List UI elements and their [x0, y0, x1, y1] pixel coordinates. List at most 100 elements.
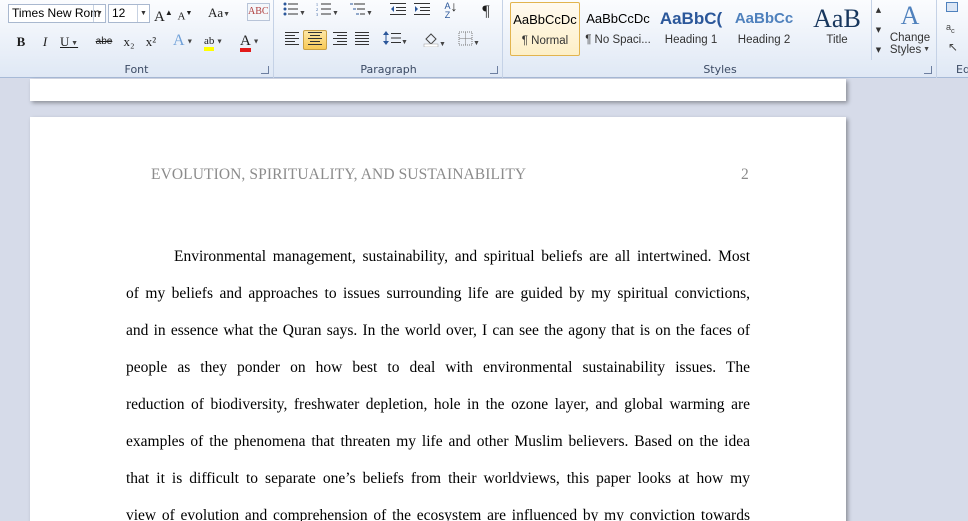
styles-dialog-launcher-icon[interactable]	[924, 66, 932, 74]
change-case-button[interactable]: Aa▼	[208, 3, 230, 23]
clear-formatting-button[interactable]: ABC	[247, 3, 270, 21]
text-effects-button[interactable]: A ▼	[173, 31, 193, 51]
change-styles-label-2: Styles	[889, 44, 922, 57]
font-dialog-launcher-icon[interactable]	[261, 66, 269, 74]
style-heading-1[interactable]: AaBbC( Heading 1	[656, 2, 726, 56]
bold-button[interactable]: B	[12, 32, 30, 52]
text-line: that it is difficult to separate one’s b…	[126, 470, 750, 487]
strikethrough-icon: abe	[95, 36, 113, 47]
ribbon: Times New Rom ▼ 12 ▼ A▲ A▼ Aa▼ ABC B I U…	[0, 0, 968, 78]
style-heading-2[interactable]: AaBbCc Heading 2	[729, 2, 799, 56]
grow-font-button[interactable]: A▲	[154, 3, 173, 25]
font-name-value: Times New Rom	[12, 6, 101, 20]
bold-icon: B	[16, 34, 26, 49]
find-icon[interactable]	[946, 2, 958, 12]
text-line: people as they ponder on how best to dea…	[126, 359, 750, 376]
sort-button[interactable]: A Z↓	[442, 0, 460, 22]
font-size-value: 12	[112, 6, 126, 20]
paragraph-group-label: Paragraph	[360, 63, 417, 76]
font-name-combo[interactable]: Times New Rom ▼	[8, 4, 106, 23]
font-group-label: Font	[124, 63, 149, 76]
shrink-font-icon: A	[177, 10, 186, 23]
running-head: EVOLUTION, SPIRITUALITY, AND SUSTAINABIL…	[151, 166, 527, 183]
text-line: view of evolution and comprehension of t…	[126, 507, 750, 521]
style-sample: AaBbCcDc	[513, 12, 577, 27]
select-icon[interactable]: ↖	[948, 40, 958, 54]
strikethrough-button[interactable]: abe	[95, 32, 113, 52]
highlight-button[interactable]: ab ▼	[204, 31, 223, 51]
editing-group-label: Ed	[956, 63, 968, 76]
align-center-icon	[308, 32, 322, 45]
text-line: reduction of biodiversity, freshwater de…	[126, 396, 750, 413]
gallery-down-icon[interactable]: ▼	[872, 20, 885, 40]
gallery-more-icon[interactable]: ▼	[872, 40, 885, 60]
font-size-combo[interactable]: 12 ▼	[108, 4, 150, 23]
paragraph-dialog-launcher-icon[interactable]	[490, 66, 498, 74]
show-marks-button[interactable]: ¶	[477, 2, 495, 22]
style-no-spacing[interactable]: AaBbCcDc ¶ No Spaci...	[583, 2, 653, 56]
increase-indent-icon	[414, 3, 430, 15]
superscript-button[interactable]: x²	[142, 32, 160, 52]
bullets-button[interactable]: ▼	[283, 2, 306, 22]
numbering-button[interactable]: 1 2 3 ▼	[316, 2, 339, 22]
text-line: examples of the phenomena that threaten …	[126, 433, 750, 450]
text-line: of my beliefs and approaches to issues s…	[126, 285, 750, 302]
bullets-icon	[283, 2, 298, 16]
shrink-font-button[interactable]: A▼	[176, 3, 194, 23]
decrease-indent-button[interactable]	[389, 2, 407, 22]
document-page[interactable]: EVOLUTION, SPIRITUALITY, AND SUSTAINABIL…	[30, 117, 846, 521]
document-area[interactable]: EVOLUTION, SPIRITUALITY, AND SUSTAINABIL…	[0, 79, 968, 521]
style-sample: AaBbC(	[659, 9, 723, 28]
style-name: Heading 1	[664, 34, 718, 46]
clear-formatting-icon: ABC	[248, 6, 269, 17]
styles-group-label: Styles	[703, 63, 737, 76]
multilevel-list-button[interactable]: ▼	[350, 2, 373, 22]
highlight-icon: ab	[204, 35, 215, 51]
multilevel-list-icon	[350, 3, 365, 15]
align-right-icon	[333, 32, 347, 45]
replace-icon[interactable]: ac	[946, 22, 955, 35]
line-spacing-icon	[383, 31, 401, 45]
borders-icon	[458, 31, 473, 46]
paragraph-group: ▼ 1 2 3 ▼ ▼ A Z↓ ¶ ▼ ▼ ▼ Paragraph	[275, 0, 503, 78]
pilcrow-icon: ¶	[482, 3, 490, 20]
shading-button[interactable]: ▼	[423, 31, 446, 51]
grow-font-icon: A	[154, 9, 165, 25]
svg-text:3: 3	[316, 12, 318, 16]
align-left-button[interactable]	[281, 31, 303, 51]
style-sample: AaBbCc	[734, 10, 794, 27]
justify-icon	[355, 32, 369, 45]
previous-page-bottom	[30, 79, 846, 101]
line-spacing-button[interactable]: ▼	[383, 31, 408, 51]
gallery-up-icon[interactable]: ▲	[872, 0, 885, 20]
increase-indent-button[interactable]	[413, 2, 431, 22]
text-effects-icon: A	[173, 32, 185, 49]
change-styles-label-1: Change	[889, 32, 931, 44]
align-right-button[interactable]	[329, 31, 351, 51]
style-normal[interactable]: AaBbCcDc ¶ Normal	[510, 2, 580, 56]
subscript-icon: x₂	[123, 34, 135, 49]
style-name: Title	[826, 34, 848, 46]
chevron-down-icon[interactable]: ▼	[137, 5, 149, 22]
italic-button[interactable]: I	[36, 32, 54, 52]
underline-button[interactable]: U ▼	[60, 32, 78, 52]
page-number: 2	[741, 166, 749, 183]
change-styles-icon: A	[900, 1, 920, 30]
style-title[interactable]: AaB Title	[802, 2, 872, 56]
borders-button[interactable]: ▼	[458, 31, 480, 51]
superscript-icon: x²	[145, 34, 157, 49]
subscript-button[interactable]: x₂	[120, 32, 138, 52]
font-color-button[interactable]: A ▼	[240, 31, 260, 52]
chevron-down-icon[interactable]: ▼	[93, 5, 105, 22]
text-line: Environmental management, sustainability…	[174, 248, 750, 265]
align-center-button[interactable]	[303, 30, 327, 50]
style-name: ¶ Normal	[521, 35, 569, 47]
decrease-indent-icon	[390, 3, 406, 15]
font-color-icon: A	[240, 34, 251, 52]
numbering-icon: 123	[316, 2, 331, 17]
align-left-icon	[285, 32, 299, 45]
body-paragraph[interactable]: Environmental management, sustainability…	[126, 238, 750, 521]
justify-button[interactable]	[351, 31, 373, 51]
change-styles-button[interactable]: A Change Styles ▼	[888, 0, 932, 60]
styles-gallery: AaBbCcDc ¶ Normal AaBbCcDc ¶ No Spaci...…	[508, 0, 870, 60]
